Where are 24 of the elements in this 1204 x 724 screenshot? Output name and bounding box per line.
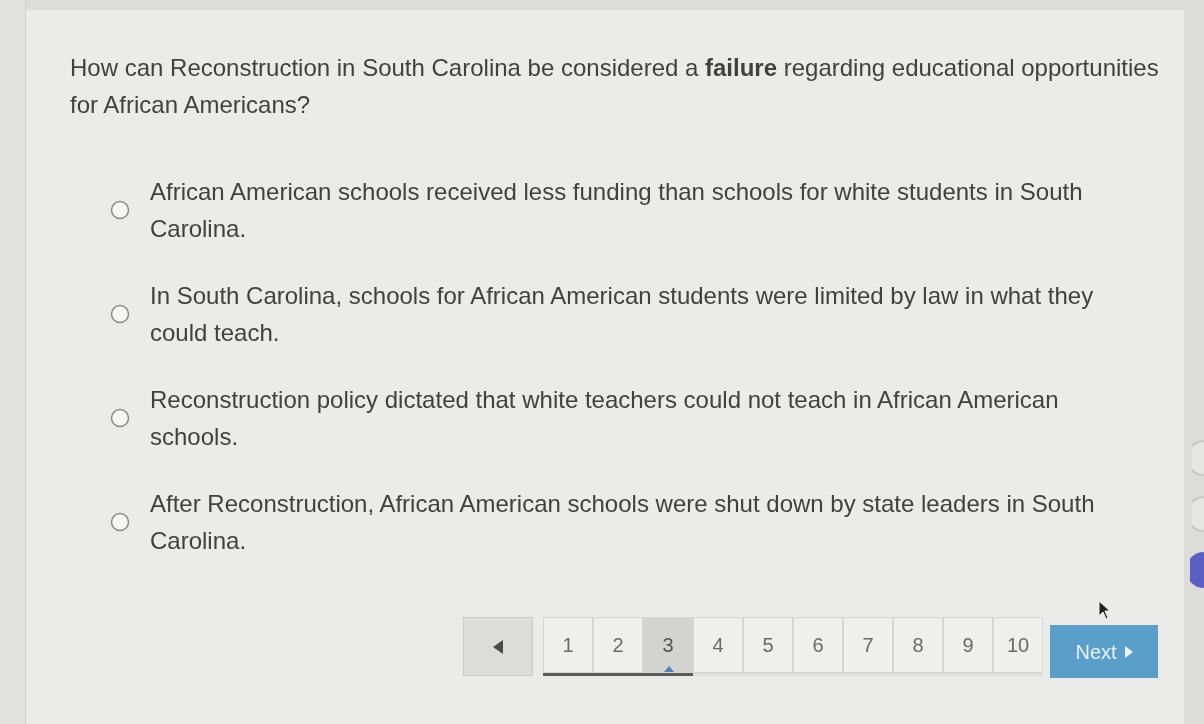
- pointer-icon: [664, 666, 674, 672]
- radio-button[interactable]: [110, 304, 130, 324]
- radio-button[interactable]: [110, 408, 130, 428]
- cursor-icon: [1098, 600, 1112, 620]
- caret-right-icon: [1124, 645, 1133, 658]
- answer-option-text[interactable]: In South Carolina, schools for African American students were limited by law in what they could teach.: [150, 277, 1112, 351]
- page-button[interactable]: 5: [743, 617, 793, 673]
- page-button[interactable]: 1: [543, 617, 593, 673]
- page-button[interactable]: 7: [843, 617, 893, 673]
- next-button[interactable]: Next: [1050, 625, 1158, 678]
- caret-left-icon: [493, 639, 503, 654]
- page-button[interactable]: 6: [793, 617, 843, 673]
- page-button[interactable]: 9: [943, 617, 993, 673]
- page-button[interactable]: 10: [993, 617, 1043, 673]
- answer-option-text[interactable]: Reconstruction policy dictated that white teachers could not teach in African American schools.: [150, 381, 1112, 455]
- radio-button[interactable]: [110, 512, 130, 532]
- radio-button[interactable]: [110, 200, 130, 220]
- page-button[interactable]: 4: [693, 617, 743, 673]
- page-button[interactable]: 3: [643, 617, 693, 673]
- answer-option-text[interactable]: After Reconstruction, African American schools were shut down by state leaders in South Carolina.: [150, 485, 1112, 559]
- page-button[interactable]: 8: [893, 617, 943, 673]
- answer-option-text[interactable]: African American schools received less funding than schools for white students in South Carolina.: [150, 173, 1112, 247]
- question-text: How can Reconstruction in South Carolina be considered a failure regarding educational opportunities for African Americans?: [70, 53, 1160, 120]
- page-button[interactable]: 2: [593, 617, 643, 673]
